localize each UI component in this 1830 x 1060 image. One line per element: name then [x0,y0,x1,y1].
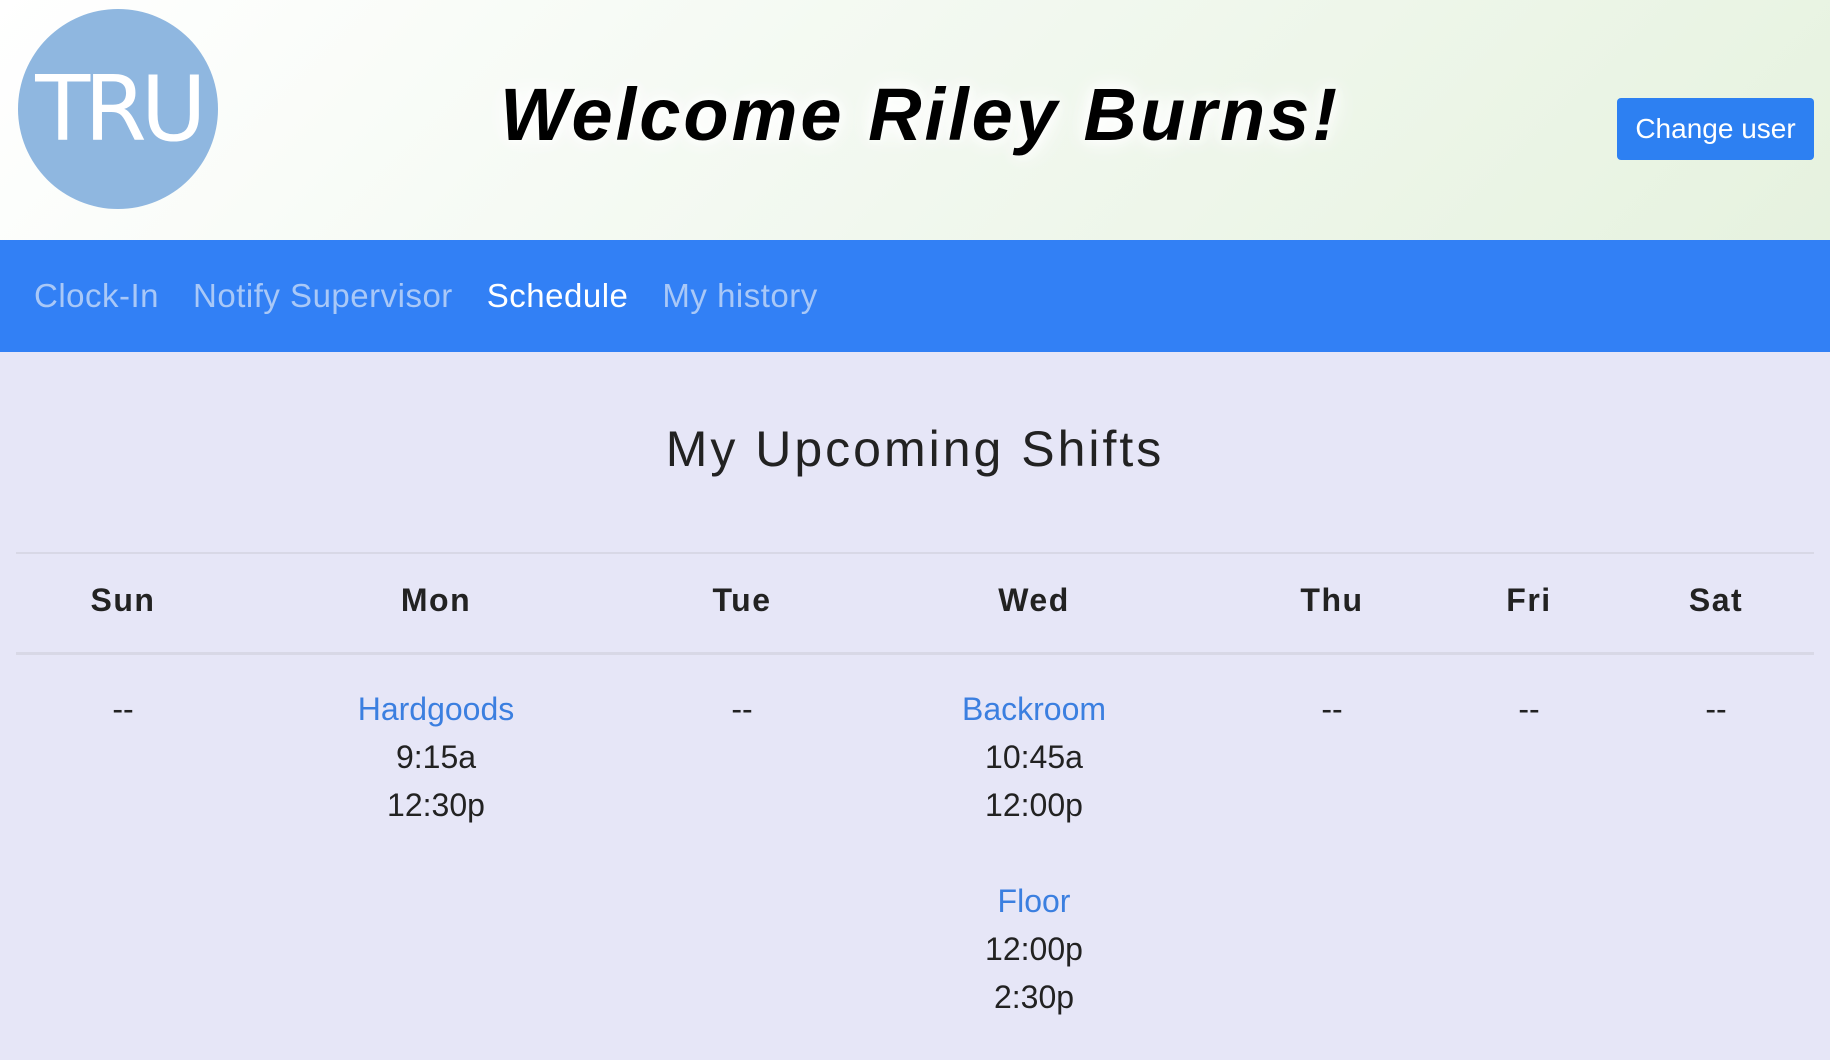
day-header-sat: Sat [1688,582,1744,618]
shift-department-link[interactable]: Floor [962,877,1106,925]
empty-day-marker: -- [1518,691,1540,727]
day-cell-sat: -- [1705,685,1726,733]
nav-item-notify-supervisor[interactable]: Notify Supervisor [193,277,453,315]
day-cell-sun: -- [112,685,133,733]
shift-end-time: 12:00p [985,787,1083,823]
schedule-table: Sun Mon Tue Wed Thu Fri Sat -- Hardgoods… [16,552,1814,1055]
day-cell-wed: Backroom 10:45a 12:00p Floor 12:00p 2:30… [962,685,1106,1021]
empty-day-marker: -- [731,691,753,727]
empty-day-marker: -- [1321,691,1343,727]
shift-end-time: 2:30p [993,979,1075,1015]
day-header-tue: Tue [712,582,772,618]
shift-start-time: 12:00p [985,931,1083,967]
day-header-wed: Wed [998,582,1070,618]
schedule-header-row: Sun Mon Tue Wed Thu Fri Sat [16,552,1814,655]
empty-day-marker: -- [1705,691,1727,727]
shift-start-time: 10:45a [985,739,1083,775]
logo-text: TRU [35,56,206,162]
nav-bar: Clock-In Notify Supervisor Schedule My h… [0,240,1830,352]
main-content: My Upcoming Shifts Sun Mon Tue Wed Thu F… [0,352,1830,1060]
day-cell-tue: -- [731,685,752,733]
shift-start-time: 9:15a [395,739,477,775]
welcome-heading: Welcome Riley Burns! [500,73,1340,156]
day-cell-mon: Hardgoods 9:15a 12:30p [358,685,515,829]
page-title: My Upcoming Shifts [665,421,1165,477]
logo: TRU [18,9,218,209]
nav-item-my-history[interactable]: My history [662,277,817,315]
day-cell-thu: -- [1321,685,1342,733]
shift-department-link[interactable]: Hardgoods [358,685,515,733]
day-header-mon: Mon [400,582,472,618]
day-cell-fri: -- [1518,685,1539,733]
day-header-fri: Fri [1506,582,1552,618]
day-header-thu: Thu [1300,582,1364,618]
header: TRU Welcome Riley Burns! Change user [0,0,1830,240]
nav-item-clock-in[interactable]: Clock-In [34,277,159,315]
shift-end-time: 12:30p [387,787,485,823]
nav-item-schedule[interactable]: Schedule [487,277,629,315]
shift-department-link[interactable]: Backroom [962,685,1106,733]
schedule-body-row: -- Hardgoods 9:15a 12:30p -- Backroom 10… [16,655,1814,1055]
shift-entry: Floor 12:00p 2:30p [962,877,1106,1021]
empty-day-marker: -- [112,691,134,727]
shift-entry: Hardgoods 9:15a 12:30p [358,685,515,829]
day-header-sun: Sun [90,582,156,618]
shift-entry: Backroom 10:45a 12:00p [962,685,1106,829]
change-user-button[interactable]: Change user [1617,98,1814,160]
